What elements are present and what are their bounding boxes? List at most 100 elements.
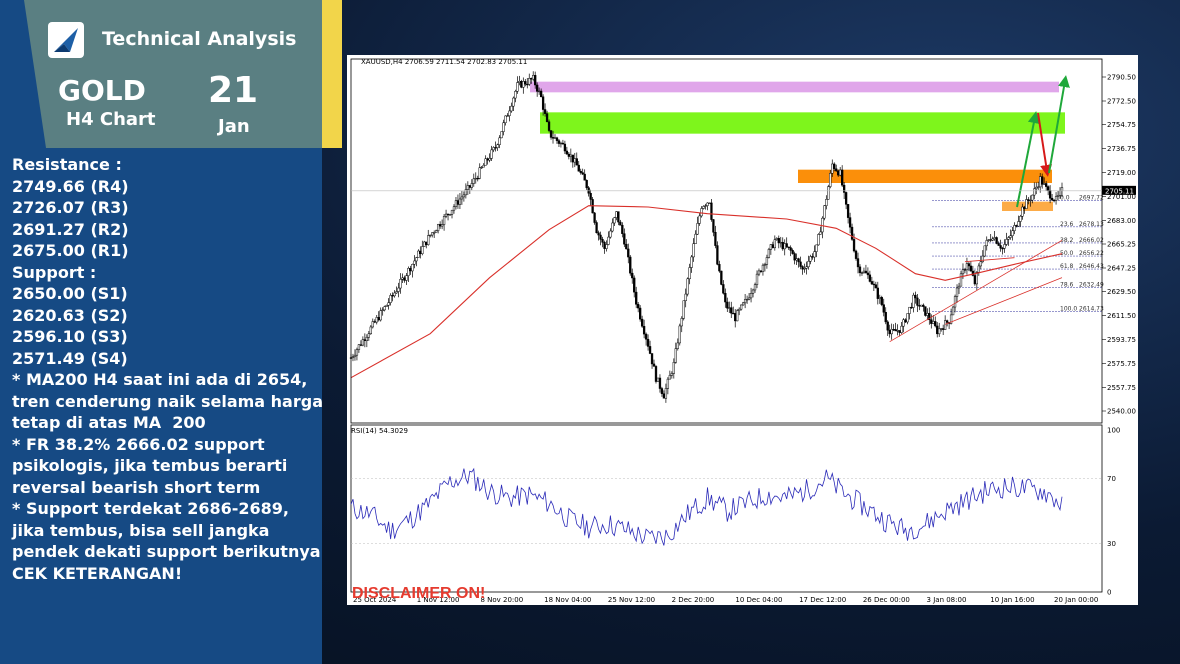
candle-body	[864, 270, 868, 274]
candle-body	[1060, 187, 1064, 191]
x-tick-label: 18 Nov 04:00	[544, 596, 591, 604]
asset-name: GOLD	[58, 74, 146, 107]
candle-body	[460, 196, 464, 200]
candle-body	[957, 285, 961, 289]
candle-body	[436, 224, 440, 231]
y-tick-label: 2790.50	[1107, 74, 1136, 82]
candle-body	[399, 279, 402, 289]
candle-body	[446, 213, 450, 216]
fib-price-label: 2656.22	[1079, 250, 1104, 257]
candle-body	[619, 221, 622, 226]
candle-body	[514, 91, 517, 99]
analysis-notes: Resistance : 2749.66 (R4) 2726.07 (R3) 2…	[12, 154, 323, 584]
x-tick-label: 10 Jan 16:00	[990, 596, 1034, 604]
candle-body	[694, 233, 697, 244]
candle-body	[387, 302, 390, 306]
notes-line: tetap di atas MA 200	[12, 413, 206, 432]
candle-body	[435, 230, 438, 233]
candle-body	[811, 256, 814, 258]
candle-body	[553, 137, 557, 139]
candle-body	[945, 320, 949, 323]
candle-body	[716, 245, 719, 265]
candle-body	[530, 78, 533, 80]
candle-body	[924, 306, 927, 316]
candle-body	[1031, 194, 1034, 201]
candle-body	[1056, 194, 1060, 197]
candle-body	[1052, 199, 1056, 202]
notes-line: Resistance :	[12, 155, 122, 174]
candle-body	[866, 272, 870, 276]
candle-body	[1019, 216, 1022, 222]
candle-body	[427, 235, 430, 245]
candle-body	[989, 239, 992, 241]
candle-body	[454, 200, 458, 207]
candle-body	[710, 202, 713, 220]
y-tick-label: 2629.50	[1107, 288, 1136, 296]
notes-line: reversal bearish short term	[12, 477, 261, 497]
candle-body	[508, 110, 511, 117]
accent-strip	[322, 0, 342, 148]
candle-body	[593, 212, 596, 223]
candle-body	[444, 213, 448, 217]
candle-body	[900, 325, 903, 333]
candle-body	[882, 304, 885, 313]
candle-body	[1009, 235, 1012, 238]
candle-body	[621, 224, 624, 234]
candle-body	[712, 219, 715, 233]
candle-body	[940, 328, 943, 330]
candle-body	[906, 313, 909, 323]
candle-body	[409, 268, 412, 272]
candle-body	[526, 83, 529, 86]
candle-body	[1013, 225, 1016, 231]
notes-line: 2571.49 (S4)	[12, 348, 128, 368]
candle-body	[440, 224, 444, 227]
candle-body	[462, 194, 466, 198]
candle-body	[431, 232, 434, 236]
candle-body	[575, 158, 578, 166]
candle-body	[557, 140, 561, 144]
y-tick-label: 2611.50	[1107, 312, 1136, 320]
candle-body	[732, 312, 735, 315]
candle-body	[932, 321, 935, 324]
candle-body	[720, 270, 723, 285]
candle-body	[926, 313, 929, 316]
candle-body	[539, 90, 543, 98]
notes-line: psikologis, jika tembus berarti	[12, 456, 288, 475]
candle-body	[763, 264, 767, 266]
candle-body	[506, 115, 509, 117]
candle-body	[1048, 190, 1052, 199]
candle-body	[916, 297, 919, 306]
candle-body	[987, 239, 990, 241]
candle-body	[777, 238, 780, 244]
candle-body	[369, 326, 372, 335]
candle-body	[835, 168, 838, 172]
candle-body	[839, 169, 842, 176]
candle-body	[934, 321, 937, 327]
candle-body	[726, 301, 729, 309]
date-month: Jan	[218, 116, 250, 137]
y-tick-label: 2719.00	[1107, 169, 1136, 177]
candle-body	[862, 270, 866, 273]
rsi-tick-label: 100	[1107, 427, 1120, 435]
candle-body	[373, 321, 376, 323]
notes-line: * Support terdekat 2686-2689,	[12, 499, 289, 518]
candle-body	[880, 297, 883, 305]
candle-body	[908, 306, 911, 314]
notes-line: 2650.00 (S1)	[12, 284, 128, 303]
price-chart[interactable]: 0.0 2697.72 23.6 2678.13 38.2 2666.02 50.0 2656…	[347, 55, 1138, 605]
candle-body	[981, 255, 984, 262]
candle-body	[379, 310, 382, 321]
candle-body	[627, 248, 630, 258]
candle-body	[393, 292, 396, 297]
candle-body	[438, 224, 442, 227]
candle-body	[470, 183, 473, 188]
candle-body	[955, 287, 959, 297]
candle-body	[965, 263, 969, 271]
candle-body	[504, 115, 507, 124]
candle-body	[599, 234, 602, 240]
chart-title: XAUUSD,H4 2706.59 2711.54 2702.83 2705.1…	[361, 58, 527, 66]
x-tick-label: 3 Jan 08:00	[927, 596, 967, 604]
chart-svg: 0.0 2697.7223.6 2678.1338.2 2666.0250.0 2656…	[347, 55, 1138, 605]
candle-body	[385, 305, 388, 307]
candle-body	[609, 230, 612, 238]
